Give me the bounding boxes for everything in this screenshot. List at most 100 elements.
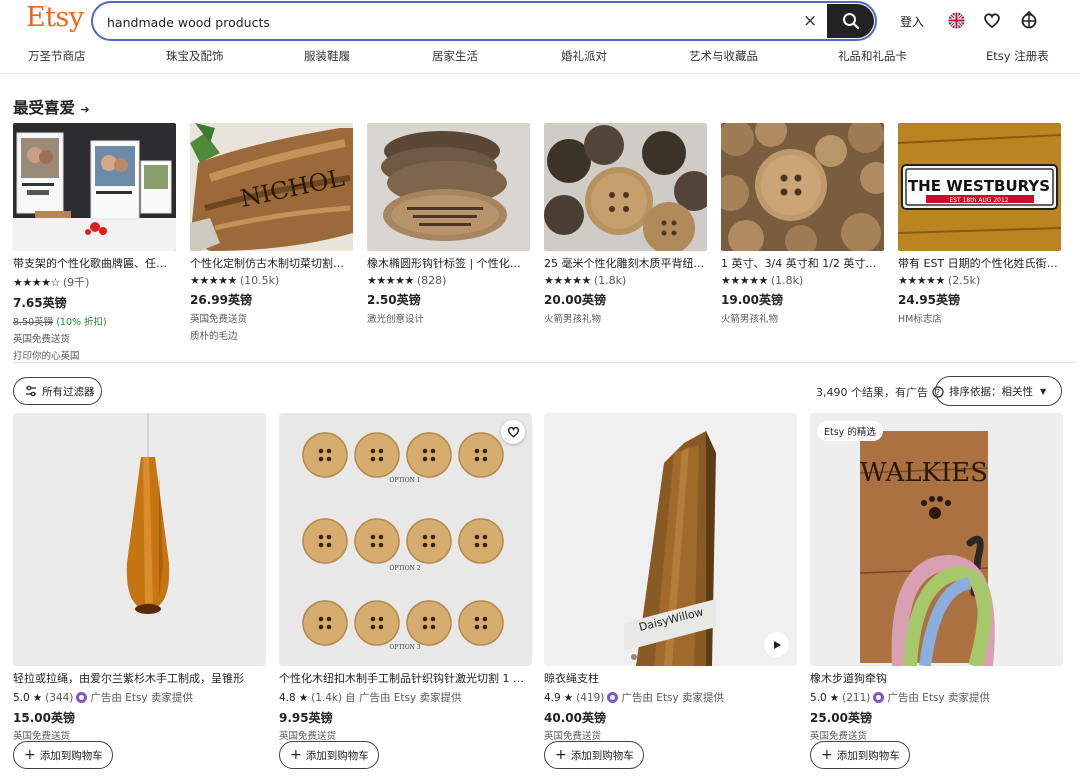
star-icon: ★ [829,691,840,704]
favorite-card[interactable]: 带支架的个性化歌曲牌匾、任何... ★★★★☆ (9千) 7.65英镑 8.50… [13,123,176,362]
wood-button-shape [354,600,400,646]
favorite-card[interactable]: 1 英寸、3/4 英寸和 1/2 英寸针织... ★★★★★ (1.8k) 19… [721,123,884,325]
price-discount: 8.50英镑 (10% 折扣) [13,317,107,328]
uk-flag-icon[interactable] [946,10,966,30]
nav-item-clothing[interactable]: 服装鞋履 [304,48,350,64]
shop-name[interactable]: HM标志店 [898,311,1061,325]
svg-text:OPTION 1: OPTION 1 [389,477,420,484]
button-hole [482,542,488,548]
wood-button-shape [406,518,452,564]
button-hole [318,456,324,462]
shop-name[interactable]: 打印你的心英国 [13,348,176,362]
all-filters-button[interactable]: 所有过滤器 [13,377,102,405]
product-title[interactable]: 橡木椭圆形钩针标签 | 个性化针... [367,255,530,271]
nav-item-jewelry[interactable]: 珠宝及配饰 [166,48,224,64]
button-hole [422,448,428,454]
button-hole [430,534,436,540]
wood-button-shape [302,518,348,564]
wood-button-shape [302,600,348,646]
heart-icon [507,426,519,438]
product-price: 15.00英镑 [13,711,75,725]
favorite-card[interactable]: 橡木椭圆形钩针标签 | 个性化针... ★★★★★ (828) 2.50英镑 激… [367,123,530,325]
search-input[interactable] [107,12,787,32]
product-title[interactable]: 个性化定制仿古木制切菜切割奶... [190,255,353,271]
product-card[interactable]: DaisyWillow 晾衣绳支柱 4.9 ★ (419) 广告由 Etsy 卖家提… [544,413,797,769]
search-bar: × [91,1,877,41]
button-hole [370,448,376,454]
nav-item-wedding[interactable]: 婚礼派对 [561,48,607,64]
button-hole [318,448,324,454]
button-hole [378,624,384,630]
button-hole [430,542,436,548]
product-title[interactable]: 带有 EST 日期的个性化姓氏街道... [898,255,1061,271]
filter-icon [26,385,36,397]
star-rating: ★★★★★ (1.8k) [721,274,804,287]
product-title[interactable]: 橡木步道狗牵钩 [810,670,1063,686]
sort-dropdown[interactable]: 排序依据：相关性 ▼ [935,376,1062,406]
nav-item-gifts[interactable]: 礼品和礼品卡 [838,48,907,64]
clear-search-button[interactable]: × [803,10,817,32]
product-title[interactable]: 轻拉或拉绳，由爱尔兰紫杉木手工制成，呈锥形 [13,670,266,686]
product-title[interactable]: 带支架的个性化歌曲牌匾、任何... [13,255,176,271]
product-image[interactable]: DaisyWillow [544,413,797,666]
button-hole [430,616,436,622]
shipping-info: 英国免费送货 [13,731,71,742]
shop-name[interactable]: 火箭男孩礼物 [721,311,884,325]
results-count: 3,490 个结果，有广告 ? [816,384,944,400]
svg-text:OPTION 2: OPTION 2 [389,565,420,572]
shop-name[interactable]: 质朴的毛边 [190,328,353,342]
favorite-button[interactable] [501,420,525,444]
button-hole [482,456,488,462]
wood-button-shape [354,432,400,478]
add-to-cart-button[interactable]: + 添加到购物车 [810,741,910,769]
product-card[interactable]: WALKIES Etsy 的精选 橡木步道狗牵钩 5.0 ★ (211) 广告由 E… [810,413,1063,769]
sign-in-link[interactable]: 登入 [900,13,924,30]
product-title[interactable]: 1 英寸、3/4 英寸和 1/2 英寸针织... [721,255,884,271]
nav-item-art[interactable]: 艺术与收藏品 [689,48,758,64]
play-video-button[interactable] [764,632,789,657]
favorites-title[interactable]: 最受喜爱 ➔ [13,96,90,118]
nav-item-halloween[interactable]: 万圣节商店 [28,48,86,64]
favorite-card[interactable]: NICHOL 个性化定制仿古木制切菜切割奶... ★★★★★ (10.5k) 2… [190,123,353,342]
product-rating: 5.0 ★ (211) 广告由 Etsy 卖家提供 [810,691,990,705]
add-to-cart-button[interactable]: + 添加到购物车 [544,741,644,769]
product-image: NICHOL [190,123,353,251]
button-hole [326,456,332,462]
product-image[interactable] [13,413,266,666]
product-price: 19.00英镑 [721,293,783,307]
svg-text:EST 18th AUG 2012: EST 18th AUG 2012 [949,197,1008,204]
etsy-logo[interactable]: Etsy [26,2,84,33]
button-hole [482,616,488,622]
add-to-cart-button[interactable]: + 添加到购物车 [279,741,379,769]
button-hole [326,616,332,622]
header: Etsy × 登入 [0,0,1080,42]
add-to-cart-button[interactable]: + 添加到购物车 [13,741,113,769]
etsy-pick-badge: Etsy 的精选 [817,421,883,441]
button-hole [474,624,480,630]
ad-badge-icon [873,692,885,703]
product-title[interactable]: 25 毫米个性化雕刻木质平背纽... [544,255,707,271]
heart-icon[interactable] [982,10,1002,30]
button-hole [430,448,436,454]
product-card[interactable]: 轻拉或拉绳，由爱尔兰紫杉木手工制成，呈锥形 5.0 ★ (344) 广告由 Etsy… [13,413,266,769]
search-button[interactable] [827,4,874,38]
nav-item-registry[interactable]: Etsy 注册表 [986,48,1049,64]
button-hole [482,624,488,630]
favorite-card[interactable]: 25 毫米个性化雕刻木质平背纽... ★★★★★ (1.8k) 20.00英镑 … [544,123,707,325]
product-title[interactable]: 晾衣绳支柱 [544,670,797,686]
shop-name[interactable]: 火箭男孩礼物 [544,311,707,325]
button-hole [422,534,428,540]
nav-item-home[interactable]: 居家生活 [432,48,478,64]
product-price: 7.65英镑 [13,296,67,310]
product-rating: 5.0 ★ (344) 广告由 Etsy 卖家提供 [13,691,193,705]
product-image [367,123,530,251]
product-card[interactable]: OPTION 1 OPTION 2 OPTION 3 个性化木纽扣木制手工制品针… [279,413,532,769]
product-image[interactable]: WALKIES Etsy 的精选 [810,413,1063,666]
shop-name[interactable]: 激光创意设计 [367,311,530,325]
product-title[interactable]: 个性化木纽扣木制手工制品针织钩针激光切割 1 英寸 [279,670,532,686]
basket-icon[interactable] [1019,10,1039,30]
star-rating: ★★★★☆ (9千) [13,276,90,289]
search-icon [842,13,859,30]
favorite-card[interactable]: THE WESTBURYS EST 18th AUG 2012 带有 EST 日… [898,123,1061,325]
product-image[interactable]: OPTION 1 OPTION 2 OPTION 3 [279,413,532,666]
